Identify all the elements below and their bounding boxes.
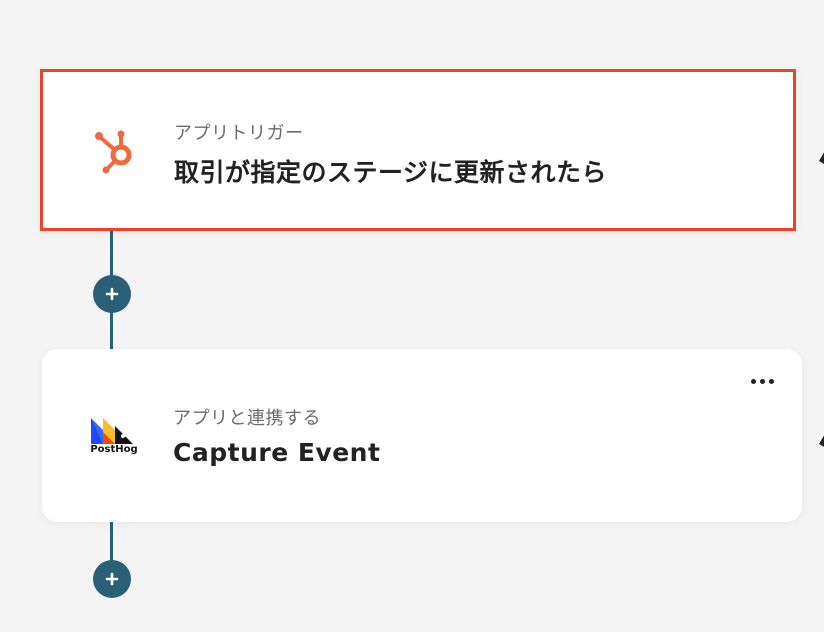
more-horizontal-icon [751,379,756,384]
flow-connector [110,522,113,562]
action-title: Capture Event [173,438,381,467]
posthog-icon: PostHog [86,407,142,463]
trigger-subtitle: アプリトリガー [174,123,304,144]
hubspot-icon [87,122,143,178]
plus-icon [105,572,119,586]
add-step-button[interactable] [93,560,131,598]
edge-indicator-icon [819,435,824,447]
more-options-button[interactable] [749,373,776,390]
trigger-card[interactable]: アプリトリガー 取引が指定のステージに更新されたら [40,69,796,231]
action-subtitle: アプリと連携する [173,408,321,429]
action-card[interactable]: PostHog アプリと連携する Capture Event [42,349,802,522]
trigger-title: 取引が指定のステージに更新されたら [174,158,608,187]
add-step-button[interactable] [93,275,131,313]
edge-indicator-icon [819,152,824,164]
plus-icon [105,287,119,301]
posthog-logo-text: PostHog [90,443,138,455]
